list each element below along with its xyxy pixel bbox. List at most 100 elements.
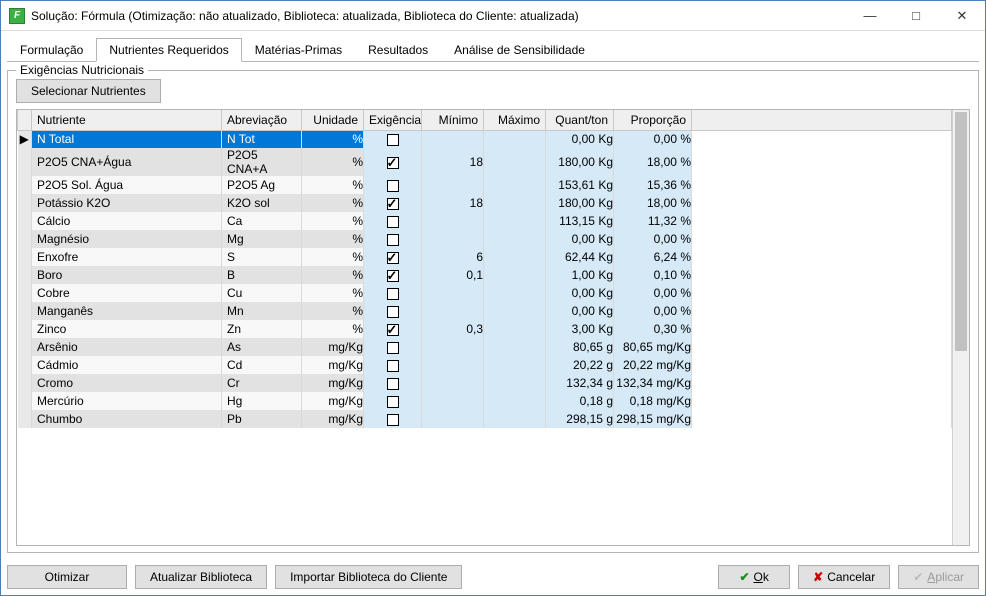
cell-minimo[interactable]: 6 bbox=[422, 248, 484, 266]
cell-abreviacao[interactable]: Hg bbox=[222, 392, 302, 410]
checkbox-icon[interactable] bbox=[387, 216, 399, 228]
cell-nutriente[interactable]: Potássio K2O bbox=[32, 194, 222, 212]
cell-exigencia[interactable] bbox=[364, 302, 422, 320]
cell-abreviacao[interactable]: Cd bbox=[222, 356, 302, 374]
cell-nutriente[interactable]: P2O5 CNA+Água bbox=[32, 148, 222, 176]
table-row[interactable]: BoroB%0,11,00 Kg0,10 % bbox=[18, 266, 952, 284]
cell-minimo[interactable]: 0,3 bbox=[422, 320, 484, 338]
cell-exigencia[interactable] bbox=[364, 230, 422, 248]
cell-unidade[interactable]: % bbox=[302, 302, 364, 320]
cell-nutriente[interactable]: Zinco bbox=[32, 320, 222, 338]
table-row[interactable]: ▶N TotalN Tot%0,00 Kg0,00 % bbox=[18, 130, 952, 148]
cell-nutriente[interactable]: N Total bbox=[32, 130, 222, 148]
cell-exigencia[interactable] bbox=[364, 194, 422, 212]
cell-unidade[interactable]: % bbox=[302, 148, 364, 176]
cell-maximo[interactable] bbox=[484, 230, 546, 248]
cell-abreviacao[interactable]: Mn bbox=[222, 302, 302, 320]
cell-nutriente[interactable]: P2O5 Sol. Água bbox=[32, 176, 222, 194]
cell-exigencia[interactable] bbox=[364, 266, 422, 284]
cell-nutriente[interactable]: Cádmio bbox=[32, 356, 222, 374]
cell-minimo[interactable]: 18 bbox=[422, 194, 484, 212]
cell-maximo[interactable] bbox=[484, 212, 546, 230]
select-nutrients-button[interactable]: Selecionar Nutrientes bbox=[16, 79, 161, 103]
minimize-button[interactable]: ― bbox=[847, 1, 893, 30]
cell-exigencia[interactable] bbox=[364, 392, 422, 410]
cell-exigencia[interactable] bbox=[364, 284, 422, 302]
vertical-scrollbar[interactable] bbox=[952, 110, 969, 545]
cell-minimo[interactable]: 18 bbox=[422, 148, 484, 176]
tab-3[interactable]: Resultados bbox=[355, 38, 441, 62]
cell-unidade[interactable]: % bbox=[302, 266, 364, 284]
cell-maximo[interactable] bbox=[484, 248, 546, 266]
tab-4[interactable]: Análise de Sensibilidade bbox=[441, 38, 598, 62]
col-maximo[interactable]: Máximo bbox=[484, 110, 546, 130]
checkbox-icon[interactable] bbox=[387, 378, 399, 390]
table-row[interactable]: ManganêsMn%0,00 Kg0,00 % bbox=[18, 302, 952, 320]
table-row[interactable]: ArsênioAsmg/Kg80,65 g80,65 mg/Kg bbox=[18, 338, 952, 356]
cancel-button[interactable]: ✘ Cancelar bbox=[798, 565, 890, 589]
cell-unidade[interactable]: % bbox=[302, 230, 364, 248]
cell-nutriente[interactable]: Boro bbox=[32, 266, 222, 284]
cell-exigencia[interactable] bbox=[364, 410, 422, 428]
nutrients-grid[interactable]: Nutriente Abreviação Unidade Exigência M… bbox=[16, 109, 970, 546]
cell-exigencia[interactable] bbox=[364, 356, 422, 374]
tab-2[interactable]: Matérias-Primas bbox=[242, 38, 355, 62]
table-row[interactable]: CromoCrmg/Kg132,34 g132,34 mg/Kg bbox=[18, 374, 952, 392]
cell-exigencia[interactable] bbox=[364, 130, 422, 148]
cell-abreviacao[interactable]: S bbox=[222, 248, 302, 266]
cell-exigencia[interactable] bbox=[364, 176, 422, 194]
cell-minimo[interactable] bbox=[422, 284, 484, 302]
cell-maximo[interactable] bbox=[484, 130, 546, 148]
table-row[interactable]: P2O5 Sol. ÁguaP2O5 Ag%153,61 Kg15,36 % bbox=[18, 176, 952, 194]
cell-minimo[interactable] bbox=[422, 356, 484, 374]
cell-unidade[interactable]: % bbox=[302, 320, 364, 338]
optimize-button[interactable]: Otimizar bbox=[7, 565, 127, 589]
cell-exigencia[interactable] bbox=[364, 338, 422, 356]
checkbox-icon[interactable] bbox=[387, 414, 399, 426]
cell-minimo[interactable] bbox=[422, 302, 484, 320]
cell-nutriente[interactable]: Cromo bbox=[32, 374, 222, 392]
checkbox-icon[interactable] bbox=[387, 134, 399, 146]
cell-minimo[interactable] bbox=[422, 338, 484, 356]
cell-maximo[interactable] bbox=[484, 320, 546, 338]
cell-maximo[interactable] bbox=[484, 392, 546, 410]
cell-unidade[interactable]: % bbox=[302, 194, 364, 212]
cell-nutriente[interactable]: Magnésio bbox=[32, 230, 222, 248]
cell-abreviacao[interactable]: Ca bbox=[222, 212, 302, 230]
cell-abreviacao[interactable]: K2O sol bbox=[222, 194, 302, 212]
cell-unidade[interactable]: mg/Kg bbox=[302, 338, 364, 356]
cell-abreviacao[interactable]: As bbox=[222, 338, 302, 356]
checkbox-icon[interactable] bbox=[387, 180, 399, 192]
import-client-library-button[interactable]: Importar Biblioteca do Cliente bbox=[275, 565, 462, 589]
checkbox-icon[interactable] bbox=[387, 234, 399, 246]
cell-maximo[interactable] bbox=[484, 374, 546, 392]
cell-maximo[interactable] bbox=[484, 284, 546, 302]
cell-maximo[interactable] bbox=[484, 194, 546, 212]
cell-unidade[interactable]: % bbox=[302, 284, 364, 302]
table-row[interactable]: CádmioCdmg/Kg20,22 g20,22 mg/Kg bbox=[18, 356, 952, 374]
col-proporcao[interactable]: Proporção bbox=[614, 110, 692, 130]
cell-maximo[interactable] bbox=[484, 148, 546, 176]
cell-maximo[interactable] bbox=[484, 410, 546, 428]
cell-unidade[interactable]: % bbox=[302, 248, 364, 266]
cell-exigencia[interactable] bbox=[364, 320, 422, 338]
cell-nutriente[interactable]: Manganês bbox=[32, 302, 222, 320]
cell-minimo[interactable] bbox=[422, 392, 484, 410]
checkbox-icon[interactable] bbox=[387, 396, 399, 408]
col-abreviacao[interactable]: Abreviação bbox=[222, 110, 302, 130]
cell-unidade[interactable]: % bbox=[302, 176, 364, 194]
cell-abreviacao[interactable]: Cr bbox=[222, 374, 302, 392]
col-minimo[interactable]: Mínimo bbox=[422, 110, 484, 130]
cell-minimo[interactable] bbox=[422, 176, 484, 194]
maximize-button[interactable]: □ bbox=[893, 1, 939, 30]
col-unidade[interactable]: Unidade bbox=[302, 110, 364, 130]
checkbox-icon[interactable] bbox=[387, 342, 399, 354]
cell-nutriente[interactable]: Enxofre bbox=[32, 248, 222, 266]
update-library-button[interactable]: Atualizar Biblioteca bbox=[135, 565, 267, 589]
cell-unidade[interactable]: % bbox=[302, 130, 364, 148]
cell-nutriente[interactable]: Cobre bbox=[32, 284, 222, 302]
cell-minimo[interactable] bbox=[422, 212, 484, 230]
cell-abreviacao[interactable]: Mg bbox=[222, 230, 302, 248]
checkbox-icon[interactable] bbox=[387, 360, 399, 372]
cell-minimo[interactable] bbox=[422, 130, 484, 148]
